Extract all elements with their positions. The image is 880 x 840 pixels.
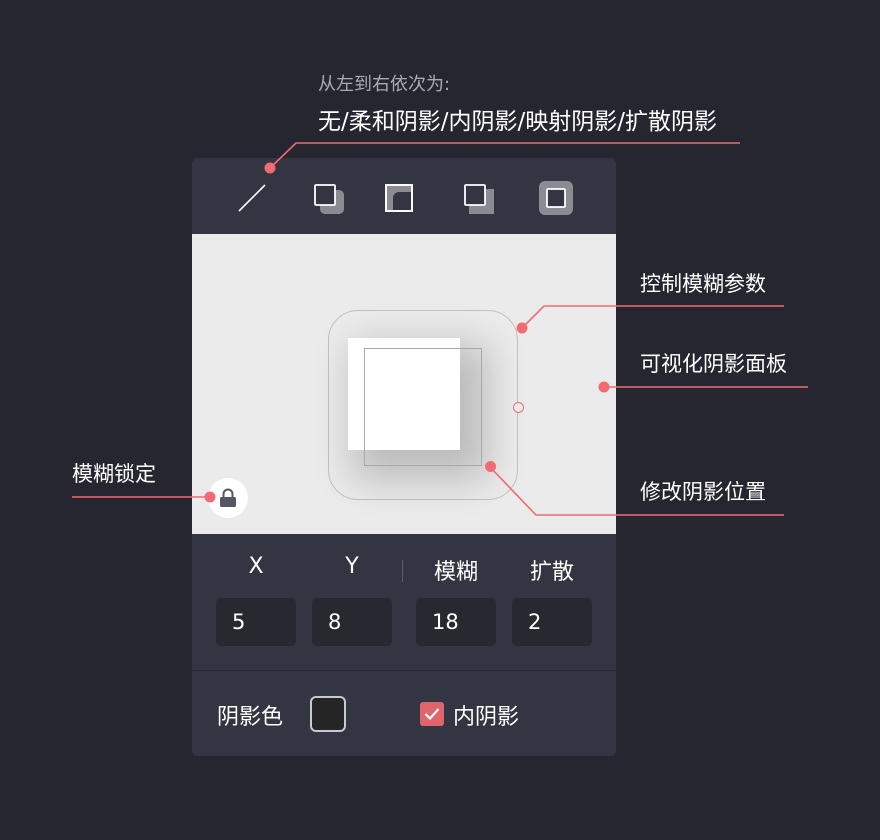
callout-lines bbox=[72, 142, 808, 516]
